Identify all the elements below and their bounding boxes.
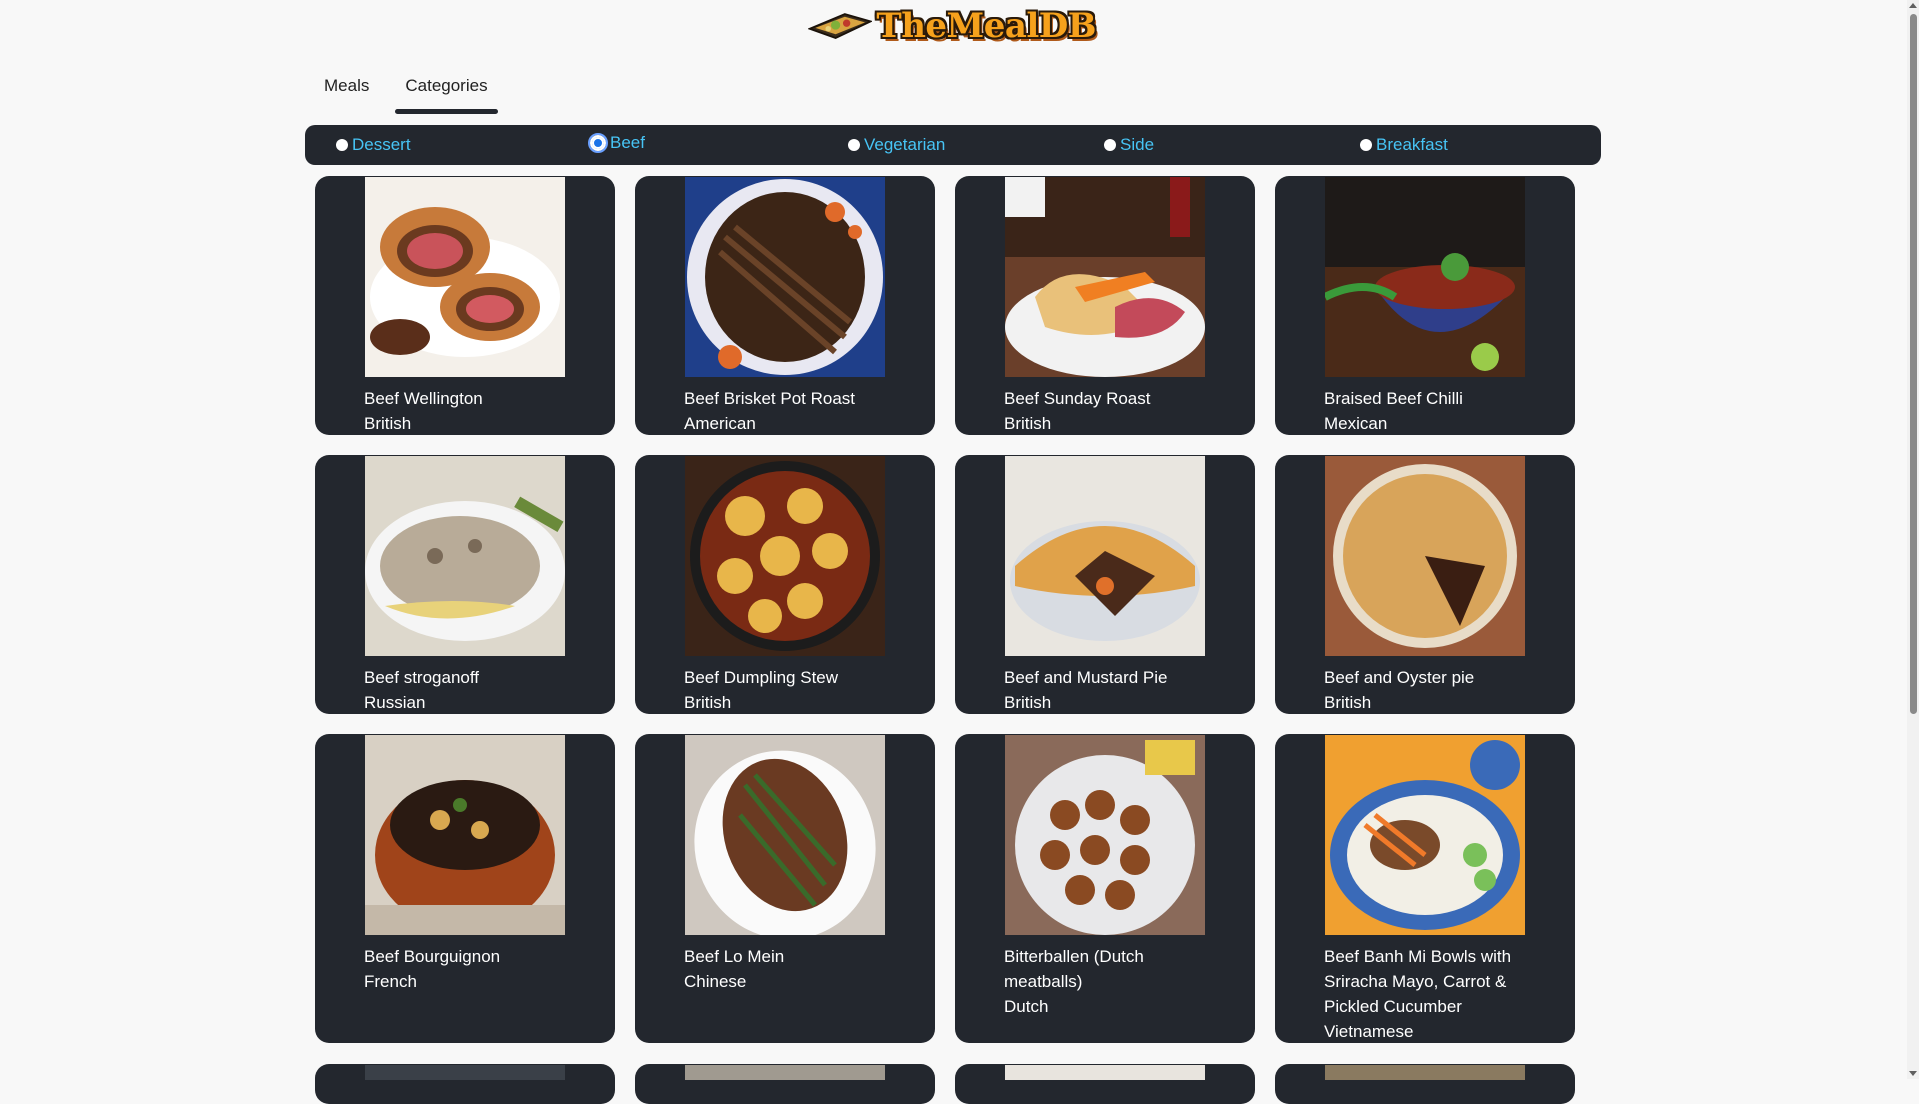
meal-image[interactable] bbox=[1325, 1065, 1525, 1080]
category-option-dessert[interactable]: Dessert bbox=[336, 135, 411, 155]
scrollbar-thumb[interactable] bbox=[1910, 14, 1917, 714]
meal-image[interactable] bbox=[365, 1065, 565, 1080]
meal-area: Vietnamese bbox=[1324, 1022, 1414, 1041]
meal-area: British bbox=[1324, 693, 1372, 712]
meal-card[interactable]: Beef stroganoff Russian bbox=[315, 455, 615, 714]
meal-name: Beef Lo Mein bbox=[684, 947, 785, 966]
meal-area: Chinese bbox=[684, 972, 747, 991]
meal-name: Bitterballen (Dutch meatballs) bbox=[1004, 947, 1144, 991]
radio-beef[interactable] bbox=[588, 133, 608, 153]
meal-card-partial[interactable] bbox=[1275, 1064, 1575, 1104]
meal-area: British bbox=[684, 693, 732, 712]
meal-card[interactable]: Beef and Mustard Pie British bbox=[955, 455, 1255, 714]
category-option-beef[interactable]: Beef bbox=[588, 133, 645, 153]
category-option-breakfast[interactable]: Breakfast bbox=[1360, 135, 1448, 155]
meal-name: Beef and Oyster pie bbox=[1324, 668, 1475, 687]
meal-card[interactable]: Beef Bourguignon French bbox=[315, 734, 615, 1043]
meal-area: French bbox=[364, 972, 417, 991]
category-label-beef[interactable]: Beef bbox=[610, 133, 645, 153]
main-tabs: Meals Categories bbox=[306, 66, 506, 116]
meal-image[interactable] bbox=[1325, 456, 1525, 656]
category-filter-bar: Dessert Beef Vegetarian Side Breakfast bbox=[305, 125, 1601, 165]
meal-card[interactable]: Bitterballen (Dutch meatballs) Dutch bbox=[955, 734, 1255, 1043]
meal-area: British bbox=[1004, 693, 1052, 712]
category-label-breakfast[interactable]: Breakfast bbox=[1376, 135, 1448, 155]
scroll-down-arrow-icon[interactable] bbox=[1909, 1071, 1917, 1076]
meal-card[interactable]: Beef Wellington British bbox=[315, 176, 615, 435]
meal-name: Beef Banh Mi Bowls with Sriracha Mayo, C… bbox=[1324, 947, 1512, 1016]
meal-card[interactable]: Beef Banh Mi Bowls with Sriracha Mayo, C… bbox=[1275, 734, 1575, 1043]
meal-image[interactable] bbox=[1005, 735, 1205, 935]
meal-card[interactable]: Beef Brisket Pot Roast American bbox=[635, 176, 935, 435]
meal-card[interactable]: Braised Beef Chilli Mexican bbox=[1275, 176, 1575, 435]
radio-side[interactable] bbox=[1104, 139, 1116, 151]
meal-image[interactable] bbox=[685, 177, 885, 377]
site-logo-text: TheMealDB bbox=[876, 6, 1096, 46]
meal-image[interactable] bbox=[685, 1065, 885, 1080]
category-label-dessert[interactable]: Dessert bbox=[352, 135, 411, 155]
meal-card-partial[interactable] bbox=[315, 1064, 615, 1104]
radio-vegetarian[interactable] bbox=[848, 139, 860, 151]
meal-name: Beef Bourguignon bbox=[364, 947, 501, 966]
scroll-up-arrow-icon[interactable] bbox=[1909, 3, 1917, 8]
meal-area: American bbox=[684, 414, 756, 433]
meal-image[interactable] bbox=[365, 735, 565, 935]
meal-area: British bbox=[1004, 414, 1052, 433]
meal-image[interactable] bbox=[1005, 1065, 1205, 1080]
tab-categories[interactable]: Categories bbox=[387, 66, 505, 114]
meal-image[interactable] bbox=[685, 456, 885, 656]
meal-name: Beef Dumpling Stew bbox=[684, 668, 839, 687]
meal-card-partial[interactable] bbox=[955, 1064, 1255, 1104]
meal-grid-next-row bbox=[315, 1064, 1575, 1104]
meal-image[interactable] bbox=[365, 177, 565, 377]
meal-image[interactable] bbox=[1325, 177, 1525, 377]
meal-image[interactable] bbox=[1005, 456, 1205, 656]
meal-name: Braised Beef Chilli bbox=[1324, 389, 1463, 408]
meal-image[interactable] bbox=[1325, 735, 1525, 935]
tab-meals[interactable]: Meals bbox=[306, 66, 387, 114]
meal-area: Mexican bbox=[1324, 414, 1388, 433]
meal-name: Beef stroganoff bbox=[364, 668, 479, 687]
meal-image[interactable] bbox=[685, 735, 885, 935]
category-label-side[interactable]: Side bbox=[1120, 135, 1154, 155]
meal-card[interactable]: Beef Dumpling Stew British bbox=[635, 455, 935, 714]
meal-name: Beef Sunday Roast bbox=[1004, 389, 1151, 408]
radio-breakfast[interactable] bbox=[1360, 139, 1372, 151]
meal-name: Beef and Mustard Pie bbox=[1004, 668, 1168, 687]
category-option-side[interactable]: Side bbox=[1104, 135, 1154, 155]
meal-name: Beef Wellington bbox=[364, 389, 483, 408]
meal-area: British bbox=[364, 414, 412, 433]
site-logo[interactable]: TheMealDB bbox=[808, 4, 1096, 48]
meal-image[interactable] bbox=[1005, 177, 1205, 377]
category-label-vegetarian[interactable]: Vegetarian bbox=[864, 135, 945, 155]
meal-image[interactable] bbox=[365, 456, 565, 656]
meal-card[interactable]: Beef Lo Mein Chinese bbox=[635, 734, 935, 1043]
meal-name: Beef Brisket Pot Roast bbox=[684, 389, 856, 408]
food-tray-icon bbox=[808, 13, 873, 39]
radio-dessert[interactable] bbox=[336, 139, 348, 151]
category-option-vegetarian[interactable]: Vegetarian bbox=[848, 135, 945, 155]
meal-card[interactable]: Beef Sunday Roast British bbox=[955, 176, 1255, 435]
meal-grid: Beef Wellington British Beef Brisket Pot… bbox=[315, 176, 1575, 1043]
meal-area: Russian bbox=[364, 693, 426, 712]
meal-card-partial[interactable] bbox=[635, 1064, 935, 1104]
meal-area: Dutch bbox=[1004, 997, 1049, 1016]
page-scrollbar[interactable] bbox=[1907, 0, 1919, 1079]
meal-card[interactable]: Beef and Oyster pie British bbox=[1275, 455, 1575, 714]
